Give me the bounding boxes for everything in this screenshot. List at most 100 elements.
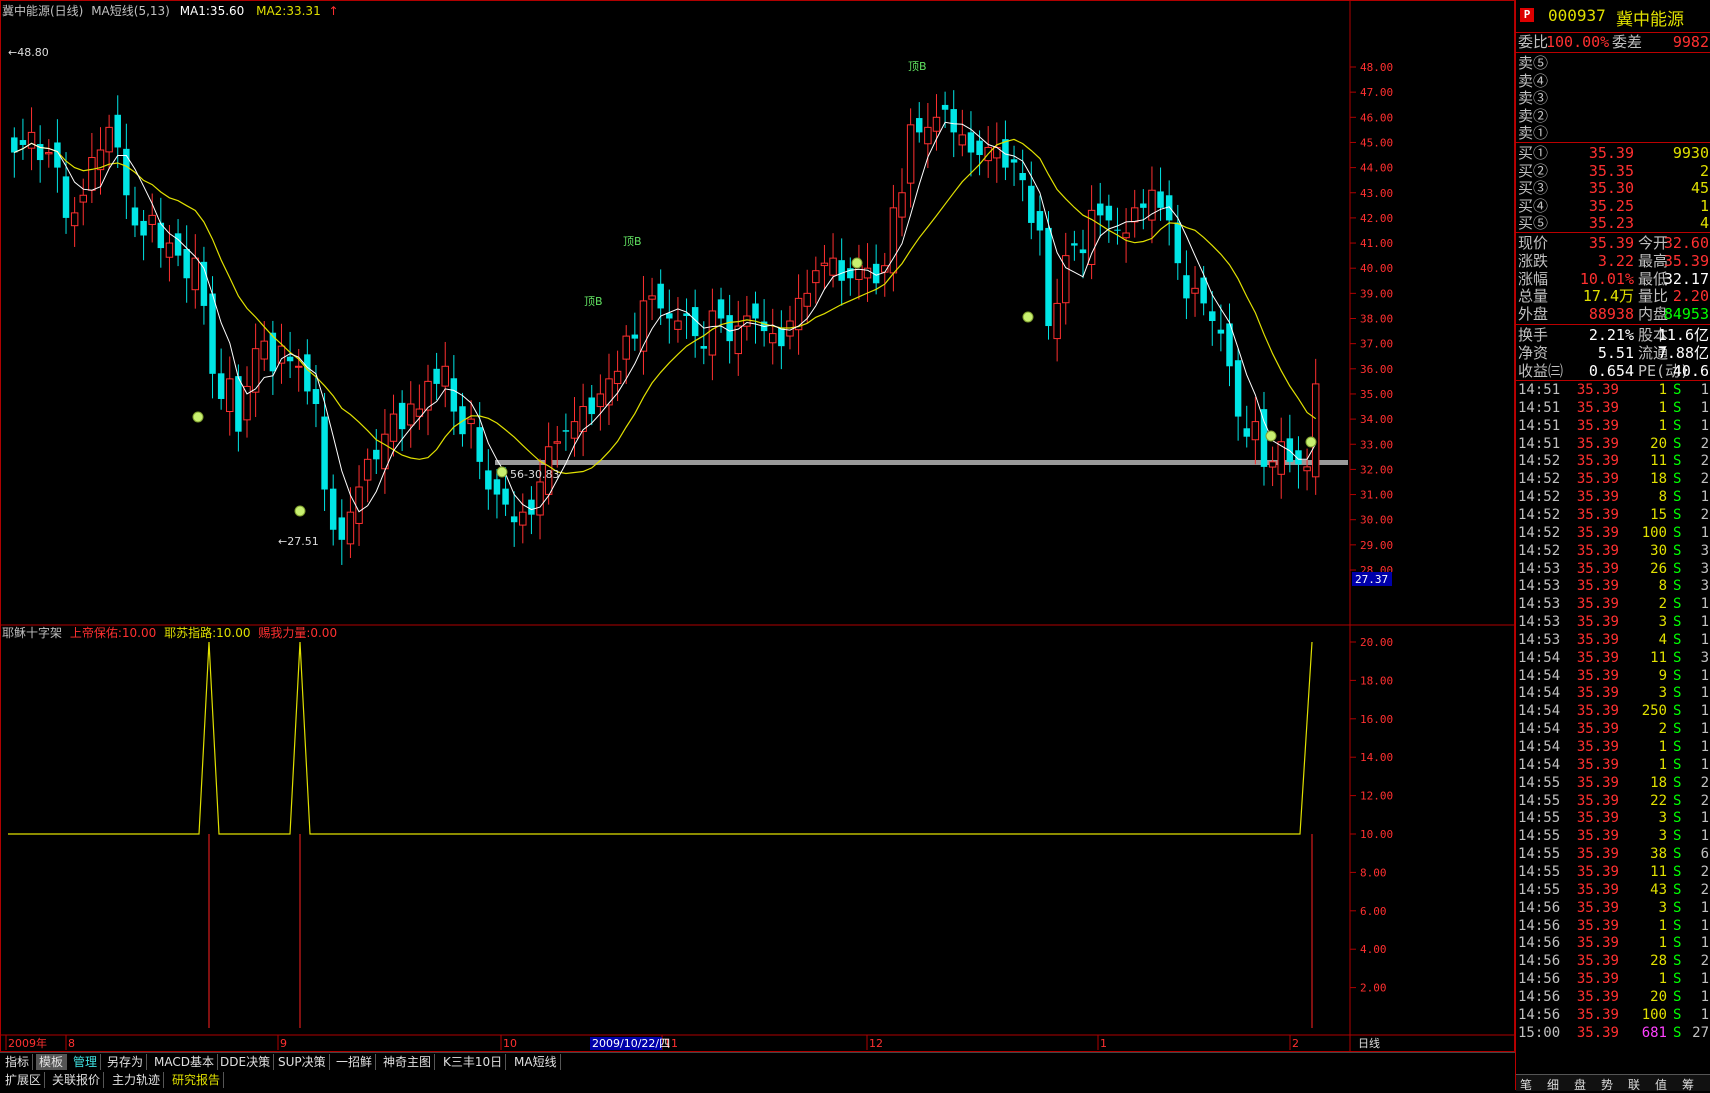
tick-field: 14:54 — [1518, 649, 1561, 666]
tick-field: 35.39 — [1576, 899, 1619, 916]
cursor-price-label: 27.37 — [1355, 573, 1388, 586]
toolbar-button-7[interactable]: 一招鲜 — [333, 1054, 377, 1070]
tick-field: 3 — [1658, 828, 1667, 845]
tick-field: 35.39 — [1576, 560, 1619, 577]
tick-row: 14:55 35.39 22 S 2 — [1516, 793, 1710, 811]
candle-down — [1002, 139, 1009, 168]
toolbar-button-10[interactable]: MA短线 — [511, 1054, 561, 1070]
toolbar-row-1: 指标 模板 管理 另存为 MACD基本 DDE决策 SUP决策 一招鲜 神奇主图 K三丰10日 MA… — [0, 1054, 1515, 1071]
candle-up — [1303, 466, 1311, 472]
stat-value: 32.17 — [1663, 269, 1709, 288]
tick-row: 14:55 35.39 18 S 2 — [1516, 775, 1710, 793]
candle-up — [363, 458, 372, 481]
panel-tab-3[interactable]: 势 — [1601, 1076, 1613, 1093]
tick-field: 14:53 — [1518, 596, 1561, 613]
candle-up — [277, 345, 286, 364]
candle-down — [1105, 205, 1113, 221]
toolbar-button-8[interactable]: 神奇主图 — [380, 1054, 436, 1070]
candle-down — [1183, 275, 1190, 299]
candle-up — [794, 297, 803, 331]
toolbar-button-9[interactable]: K三丰10日 — [440, 1054, 507, 1070]
candle-down — [1036, 211, 1044, 231]
tick-field: 15:00 — [1518, 1024, 1561, 1041]
sell-level-label: 卖③ — [1518, 89, 1549, 107]
tick-field: 3 — [1658, 685, 1667, 702]
tick-field: 1 — [1700, 489, 1709, 506]
price-tick-label: 32.00 — [1360, 463, 1393, 476]
candle-down — [485, 470, 492, 490]
toolbar-row-2: 扩展区 关联报价 主力轨迹 研究报告 — [0, 1072, 1515, 1089]
toolbar-tab-1[interactable]: 关联报价 — [49, 1072, 105, 1088]
candle-down — [700, 346, 708, 349]
toolbar-tab-0[interactable]: 扩展区 — [2, 1072, 46, 1088]
tick-field: 20 — [1650, 988, 1667, 1005]
candle-down — [19, 140, 27, 145]
candle-down — [1028, 185, 1035, 223]
tick-field: 14:55 — [1518, 881, 1561, 898]
tick-field: 1 — [1700, 899, 1709, 916]
candle-down — [838, 260, 845, 281]
toolbar-button-2[interactable]: 管理 — [70, 1054, 102, 1070]
tick-field: 27 — [1692, 1024, 1709, 1041]
tick-field: 35.39 — [1576, 506, 1619, 523]
tick-field: 1 — [1700, 828, 1709, 845]
candle-down — [493, 479, 501, 495]
candle-down — [528, 499, 535, 515]
buy-volume: 45 — [1690, 179, 1709, 197]
tick-row: 14:56 35.39 3 S 1 — [1516, 900, 1710, 918]
tick-field: 14:56 — [1518, 988, 1561, 1005]
candle-up — [88, 157, 96, 191]
tick-field: 35.39 — [1576, 631, 1619, 648]
toolbar-tab-3[interactable]: 研究报告 — [169, 1072, 225, 1088]
panel-tab-5[interactable]: 值 — [1655, 1076, 1667, 1093]
tick-field: 2 — [1700, 506, 1709, 523]
tick-field: 14:54 — [1518, 756, 1561, 773]
candle-down — [1243, 428, 1250, 437]
panel-tab-6[interactable]: 筹 — [1682, 1076, 1694, 1093]
quote-field: 委差 — [1612, 33, 1643, 51]
indicator-name: MA短线(5,13) — [91, 4, 170, 18]
panel-tab-0[interactable]: 笔 — [1520, 1076, 1532, 1093]
sub-tick-label: 8.00 — [1360, 866, 1387, 879]
toolbar-button-5[interactable]: DDE决策 — [217, 1054, 275, 1070]
toolbar-button-4[interactable]: MACD基本 — [151, 1054, 218, 1070]
sell-level-label: 卖⑤ — [1518, 54, 1549, 72]
candle-up — [243, 385, 251, 421]
tick-field: 35.39 — [1576, 489, 1619, 506]
tick-field: 1 — [1700, 614, 1709, 631]
price-tick-label: 40.00 — [1360, 262, 1393, 275]
toolbar-button-0[interactable]: 指标 — [2, 1054, 34, 1070]
panel-tab-4[interactable]: 联 — [1628, 1076, 1640, 1093]
panel-tab-1[interactable]: 细 — [1547, 1076, 1559, 1093]
candle-down — [11, 137, 18, 153]
panel-tab-2[interactable]: 盘 — [1574, 1076, 1586, 1093]
tick-field: 681 — [1641, 1024, 1667, 1041]
tick-field: 11 — [1650, 649, 1667, 666]
candle-down — [286, 356, 294, 362]
candle-down — [1217, 329, 1225, 334]
kline-chart-area[interactable]: 48.00 47.00 46.00 45.00 44.00 43.00 42.00 41.00… — [0, 0, 1515, 1091]
candle-up — [622, 335, 630, 360]
toolbar-tab-2[interactable]: 主力轨迹 — [109, 1072, 165, 1088]
price-tick-label: 39.00 — [1360, 287, 1393, 300]
tick-row: 14:52 35.39 100 S 1 — [1516, 525, 1710, 543]
xaxis-label: 1 — [1100, 1037, 1107, 1050]
price-tick-label: 48.00 — [1360, 61, 1393, 74]
tick-field: 14:56 — [1518, 1006, 1561, 1023]
buy-signal-icon — [1022, 311, 1034, 323]
tick-field: 14:52 — [1518, 524, 1561, 541]
p-icon[interactable]: P — [1520, 8, 1534, 22]
quote-header: P 000937 冀中能源 — [1516, 0, 1710, 33]
arrow-up-icon[interactable]: ↑ — [329, 4, 339, 18]
candle-down — [338, 517, 346, 540]
toolbar-button-6[interactable]: SUP决策 — [275, 1054, 330, 1070]
sell-level-row: 卖⑤ — [1516, 54, 1710, 72]
toolbar-button-3[interactable]: 另存为 — [104, 1054, 148, 1070]
quote-field: 委比 — [1518, 33, 1549, 51]
price-chart[interactable]: 48.00 47.00 46.00 45.00 44.00 43.00 42.00 41.00… — [0, 0, 1515, 1052]
stat-label: 涨跌 — [1518, 251, 1549, 270]
toolbar-button-1[interactable]: 模板 — [36, 1054, 68, 1070]
price-tick-label: 34.00 — [1360, 413, 1393, 426]
tick-field: 35.39 — [1576, 524, 1619, 541]
tick-field: 14:53 — [1518, 578, 1561, 595]
